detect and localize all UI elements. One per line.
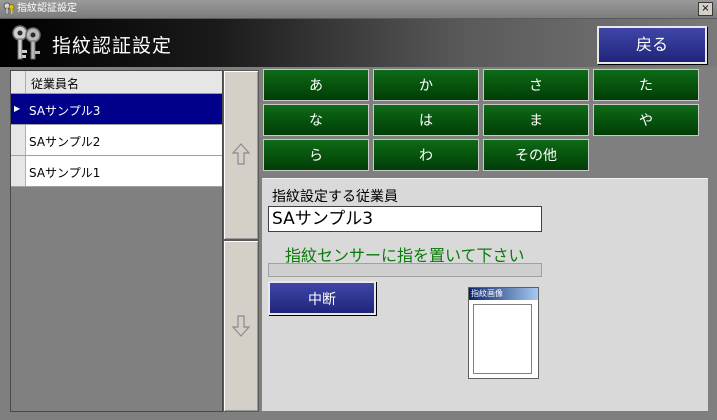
title-bar: 指紋認証設定 ×	[0, 0, 717, 19]
kana-button-a[interactable]: あ	[263, 69, 369, 101]
kana-button-ra[interactable]: ら	[263, 139, 369, 171]
app-window: 指紋認証設定 × 指紋認証設定 戻る 従業員名 ▶ SAサンプル3 SAサンプル…	[0, 0, 717, 420]
kana-button-na[interactable]: な	[263, 104, 369, 136]
row-selector: ▶	[11, 94, 26, 124]
table-row[interactable]: ▶ SAサンプル3	[11, 94, 222, 125]
kana-button-ma[interactable]: ま	[483, 104, 589, 136]
keys-small-icon	[3, 2, 15, 15]
kana-button-sa[interactable]: さ	[483, 69, 589, 101]
arrow-down-icon	[232, 315, 250, 337]
kana-button-ta[interactable]: た	[593, 69, 699, 101]
column-header-name: 従業員名	[31, 77, 80, 91]
current-row-icon: ▶	[14, 104, 21, 113]
fingerprint-image-title: 指紋画像	[469, 288, 538, 300]
window-close-button[interactable]: ×	[698, 2, 713, 16]
employee-name: SAサンプル1	[29, 166, 101, 180]
fingerprint-image	[473, 304, 532, 374]
header-corner	[11, 71, 26, 93]
kana-button-ka[interactable]: か	[373, 69, 479, 101]
employee-name: SAサンプル2	[29, 135, 101, 149]
employee-name: SAサンプル3	[29, 104, 101, 118]
table-row[interactable]: SAサンプル2	[11, 125, 222, 156]
kana-button-ha[interactable]: は	[373, 104, 479, 136]
table-row[interactable]: SAサンプル1	[11, 156, 222, 187]
employee-field-label: 指紋設定する従業員	[272, 189, 398, 205]
employee-field[interactable]: SAサンプル3	[268, 206, 542, 232]
window-title: 指紋認証設定	[17, 3, 77, 14]
fingerprint-image-panel: 指紋画像	[468, 287, 539, 379]
back-button[interactable]: 戻る	[597, 26, 707, 64]
arrow-up-icon	[232, 143, 250, 165]
row-selector	[11, 156, 26, 186]
kana-button-wa[interactable]: わ	[373, 139, 479, 171]
row-selector	[11, 125, 26, 155]
keys-icon	[12, 25, 41, 60]
kana-button-ya[interactable]: や	[593, 104, 699, 136]
scroll-up-button[interactable]	[223, 70, 259, 240]
kana-filter-grid: あ か さ た な は ま や ら わ その他	[263, 69, 708, 175]
scroll-down-button[interactable]	[223, 240, 259, 412]
kana-button-other[interactable]: その他	[483, 139, 589, 171]
stop-button[interactable]: 中断	[268, 281, 376, 315]
employee-list-header: 従業員名	[11, 71, 222, 94]
page-title: 指紋認証設定	[52, 35, 173, 57]
employee-list: 従業員名 ▶ SAサンプル3 SAサンプル2 SAサンプル1	[10, 70, 223, 412]
scan-progress-bar	[268, 263, 542, 277]
